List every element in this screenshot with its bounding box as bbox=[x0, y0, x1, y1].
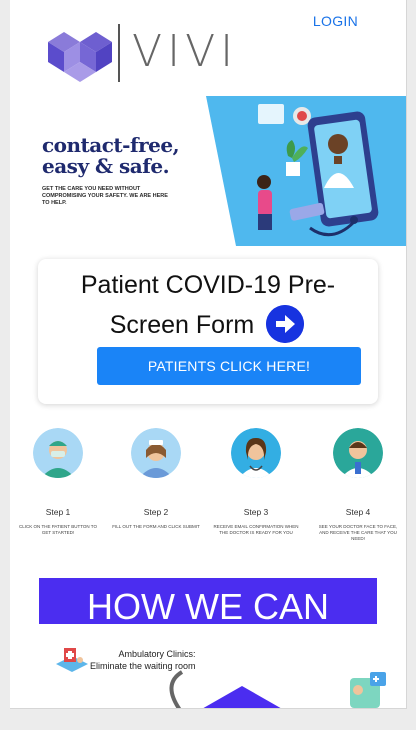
step-description: RECEIVE EMAIL CONFIRMATION WHEN THE DOCT… bbox=[213, 524, 299, 535]
step-description: CLICK ON THE PATIENT BUTTON TO GET START… bbox=[19, 524, 97, 535]
card-title: Patient COVID-19 Pre- Screen Form bbox=[38, 265, 378, 345]
hero-title-line2: easy & safe. bbox=[42, 154, 170, 178]
arrow-right-icon[interactable] bbox=[266, 305, 304, 343]
medical-device-icon bbox=[350, 672, 386, 708]
step-label: Step 1 bbox=[45, 507, 71, 517]
hero-subtitle: GET THE CARE YOU NEED WITHOUT COMPROMISI… bbox=[42, 186, 168, 206]
step-description: SEE YOUR DOCTOR FACE TO FACE, AND RECEIV… bbox=[318, 524, 398, 541]
card-title-line2: Screen Form bbox=[109, 311, 255, 339]
ambulatory-clinics-text: Ambulatory Clinics: Eliminate the waitin… bbox=[90, 648, 196, 672]
hero-title-line1: contact-free, bbox=[42, 133, 180, 157]
how-we-can-banner: HOW WE CAN bbox=[39, 578, 377, 624]
login-link[interactable]: LOGIN bbox=[313, 13, 358, 29]
card-title-line1: Patient COVID-19 Pre- bbox=[80, 271, 336, 299]
step-4: Step 4 SEE YOUR DOCTOR FACE TO FACE, AND… bbox=[310, 428, 406, 542]
step-label: Step 2 bbox=[143, 507, 169, 517]
step-2: Step 2 FILL OUT THE FORM AND CLICK SUBMI… bbox=[108, 428, 204, 530]
step-1: Step 1 CLICK ON THE PATIENT BUTTON TO GE… bbox=[10, 428, 106, 536]
curved-arrow-icon bbox=[169, 670, 184, 708]
telehealth-illustration-icon bbox=[206, 96, 406, 246]
step-label: Step 4 bbox=[345, 507, 371, 517]
purple-shape bbox=[200, 686, 284, 708]
clinic-isometric-icon bbox=[56, 648, 88, 672]
brand-name: VIVI bbox=[132, 26, 239, 77]
step-label: Step 3 bbox=[243, 507, 269, 517]
male-doctor-avatar-icon bbox=[333, 428, 383, 478]
step-3: Step 3 RECEIVE EMAIL CONFIRMATION WHEN T… bbox=[208, 428, 304, 536]
feature-line1: Ambulatory Clinics: bbox=[118, 649, 196, 659]
patients-click-here-button[interactable]: PATIENTS CLICK HERE! bbox=[97, 347, 361, 385]
step-description: FILL OUT THE FORM AND CLICK SUBMIT bbox=[112, 524, 200, 529]
page-frame: VIVI LOGIN contact-free, easy & safe. GE… bbox=[10, 0, 407, 709]
surgeon-avatar-icon bbox=[33, 428, 83, 478]
logo-divider bbox=[118, 24, 120, 82]
nurse-avatar-icon bbox=[131, 428, 181, 478]
hero-title: contact-free, easy & safe. bbox=[42, 135, 202, 177]
female-doctor-avatar-icon bbox=[231, 428, 281, 478]
prescreen-card: Patient COVID-19 Pre- Screen Form PATIEN… bbox=[38, 259, 378, 404]
